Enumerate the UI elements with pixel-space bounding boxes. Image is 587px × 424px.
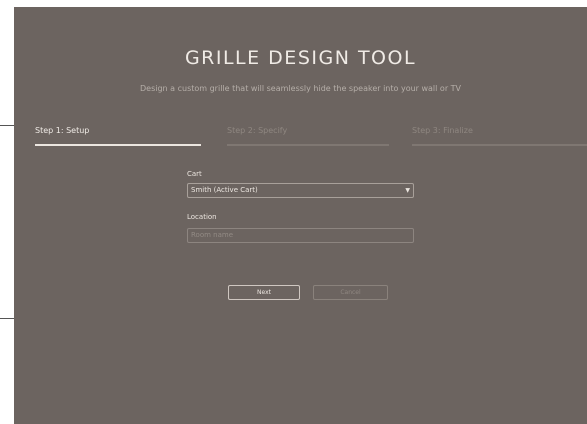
location-input[interactable]: Room name <box>187 228 414 243</box>
location-label: Location <box>187 213 217 221</box>
tab-step-1-label: Step 1: Setup <box>35 126 90 135</box>
tab-step-3-finalize[interactable]: Step 3: Finalize <box>412 126 587 146</box>
chevron-down-icon: ▼ <box>405 187 410 194</box>
tab-step-2-underline <box>227 144 389 146</box>
tab-step-2-label: Step 2: Specify <box>227 126 288 135</box>
location-input-placeholder: Room name <box>191 231 234 239</box>
cart-select-value: Smith (Active Cart) <box>191 186 258 194</box>
tab-step-3-underline <box>412 144 587 146</box>
edge-line-top <box>0 125 14 126</box>
page-subtitle: Design a custom grille that will seamles… <box>139 84 462 93</box>
cancel-button[interactable]: Cancel <box>313 285 388 300</box>
step-tabs: Step 1: Setup Step 2: Specify Step 3: Fi… <box>35 126 587 148</box>
tab-step-1-setup[interactable]: Step 1: Setup <box>35 126 201 146</box>
edge-line-bottom <box>0 318 14 319</box>
tab-step-1-underline <box>35 144 201 146</box>
cart-label: Cart <box>187 170 202 178</box>
tab-step-2-specify[interactable]: Step 2: Specify <box>227 126 389 146</box>
next-button[interactable]: Next <box>228 285 300 300</box>
grille-design-panel: GRILLE DESIGN TOOL Design a custom grill… <box>14 7 587 424</box>
cart-select[interactable]: Smith (Active Cart) ▼ <box>187 183 414 198</box>
tab-step-3-label: Step 3: Finalize <box>412 126 473 135</box>
page-title: GRILLE DESIGN TOOL <box>184 47 417 69</box>
